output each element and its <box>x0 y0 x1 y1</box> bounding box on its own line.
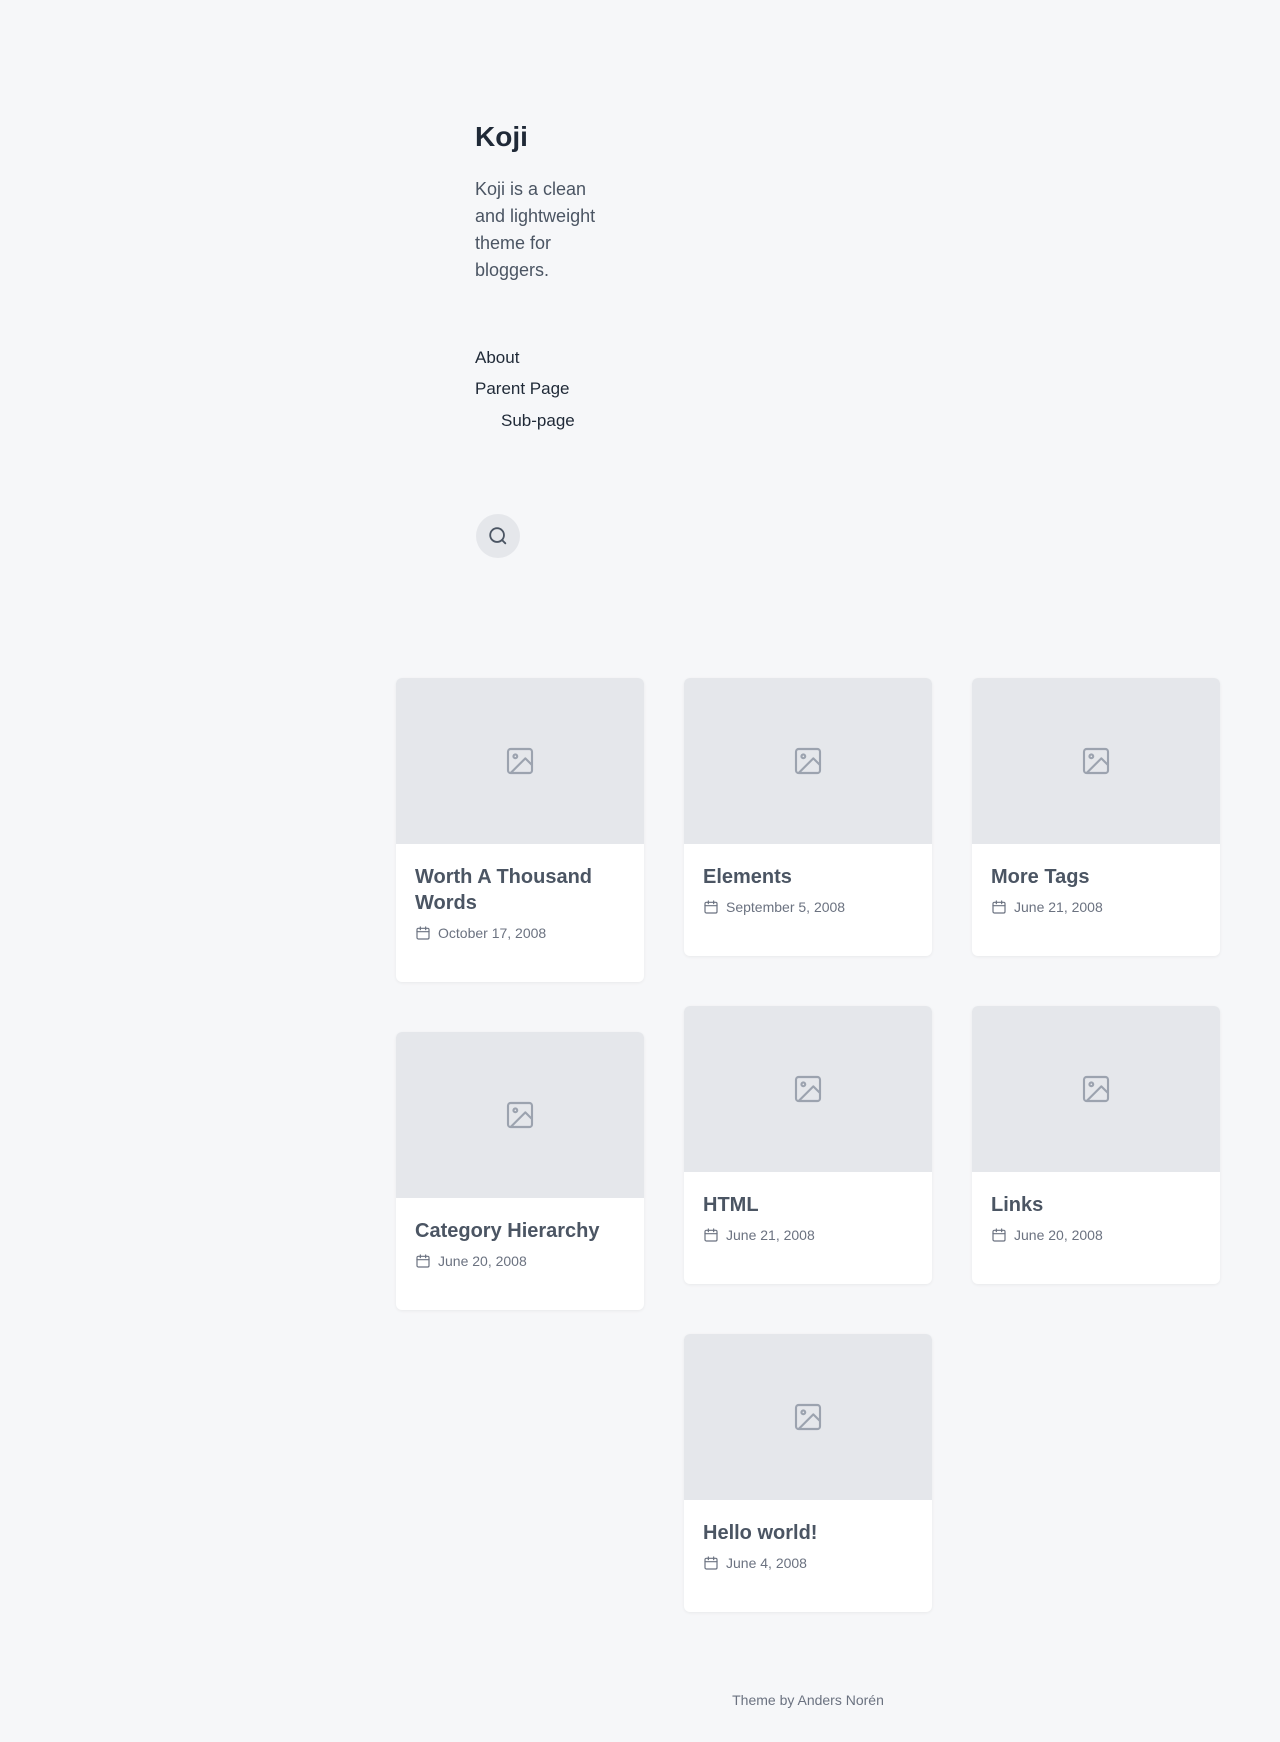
post-date: October 17, 2008 <box>438 925 547 941</box>
site-footer: Theme by Anders Norén <box>684 1692 932 1708</box>
post-meta: June 4, 2008 <box>703 1554 913 1572</box>
post-card[interactable]: More Tags June 21, 2008 <box>972 678 1220 956</box>
image-icon <box>792 1073 824 1105</box>
post-card[interactable]: Hello world! June 4, 2008 <box>684 1334 932 1612</box>
calendar-icon <box>703 1555 719 1571</box>
post-thumbnail[interactable] <box>396 1032 644 1198</box>
site-title[interactable]: Koji <box>475 118 615 156</box>
menu-item-sub-page: Sub-page <box>475 404 615 437</box>
post-title[interactable]: Worth A Thousand Words <box>415 864 625 916</box>
search-icon <box>487 525 509 547</box>
post-card-body: HTML June 21, 2008 <box>684 1172 932 1244</box>
main-menu: About Parent Page Sub-page <box>475 342 615 437</box>
post-card[interactable]: Category Hierarchy June 20, 2008 <box>396 1032 644 1310</box>
post-meta: June 20, 2008 <box>991 1226 1201 1244</box>
menu-item-about: About <box>475 342 615 373</box>
post-thumbnail[interactable] <box>396 678 644 844</box>
post-meta: June 21, 2008 <box>703 1226 913 1244</box>
post-card-body: Elements September 5, 2008 <box>684 844 932 916</box>
post-title[interactable]: Hello world! <box>703 1520 913 1546</box>
calendar-icon <box>991 1227 1007 1243</box>
post-thumbnail[interactable] <box>972 678 1220 844</box>
menu-link-about[interactable]: About <box>475 342 519 373</box>
post-card[interactable]: Worth A Thousand Words October 17, 2008 <box>396 678 644 982</box>
post-meta: June 20, 2008 <box>415 1252 625 1270</box>
post-date: June 21, 2008 <box>726 1227 815 1243</box>
post-card-body: Worth A Thousand Words October 17, 2008 <box>396 844 644 942</box>
post-meta: June 21, 2008 <box>991 898 1201 916</box>
search-button[interactable] <box>476 514 520 558</box>
post-date: June 4, 2008 <box>726 1555 807 1571</box>
image-icon <box>1080 745 1112 777</box>
image-icon <box>792 745 824 777</box>
site-description: Koji is a clean and lightweight theme fo… <box>475 179 596 280</box>
menu-link-sub-page[interactable]: Sub-page <box>475 404 575 437</box>
post-card-body: Hello world! June 4, 2008 <box>684 1500 932 1572</box>
post-title[interactable]: More Tags <box>991 864 1201 890</box>
post-title[interactable]: Elements <box>703 864 913 890</box>
post-date: June 20, 2008 <box>1014 1227 1103 1243</box>
post-card[interactable]: Elements September 5, 2008 <box>684 678 932 956</box>
menu-link-parent-page[interactable]: Parent Page <box>475 373 570 404</box>
image-icon <box>1080 1073 1112 1105</box>
post-date: September 5, 2008 <box>726 899 846 915</box>
post-card-body: Links June 20, 2008 <box>972 1172 1220 1244</box>
calendar-icon <box>703 899 719 915</box>
image-icon <box>504 745 536 777</box>
post-title[interactable]: Category Hierarchy <box>415 1218 625 1244</box>
post-card-body: Category Hierarchy June 20, 2008 <box>396 1198 644 1270</box>
post-thumbnail[interactable] <box>684 1334 932 1500</box>
post-card-body: More Tags June 21, 2008 <box>972 844 1220 916</box>
site-header: Koji Koji is a clean and lightweight the… <box>475 118 615 453</box>
post-meta: September 5, 2008 <box>703 898 913 916</box>
calendar-icon <box>415 925 431 941</box>
calendar-icon <box>415 1253 431 1269</box>
post-title[interactable]: HTML <box>703 1192 913 1218</box>
post-thumbnail[interactable] <box>972 1006 1220 1172</box>
post-thumbnail[interactable] <box>684 678 932 844</box>
post-title[interactable]: Links <box>991 1192 1201 1218</box>
image-icon <box>504 1099 536 1131</box>
menu-item-parent-page: Parent Page <box>475 373 615 404</box>
calendar-icon <box>703 1227 719 1243</box>
theme-credit: Theme by Anders Norén <box>732 1692 884 1708</box>
post-meta: October 17, 2008 <box>415 924 625 942</box>
image-icon <box>792 1401 824 1433</box>
post-date: June 21, 2008 <box>1014 899 1103 915</box>
post-date: June 20, 2008 <box>438 1253 527 1269</box>
post-thumbnail[interactable] <box>684 1006 932 1172</box>
post-card[interactable]: HTML June 21, 2008 <box>684 1006 932 1284</box>
post-card[interactable]: Links June 20, 2008 <box>972 1006 1220 1284</box>
calendar-icon <box>991 899 1007 915</box>
